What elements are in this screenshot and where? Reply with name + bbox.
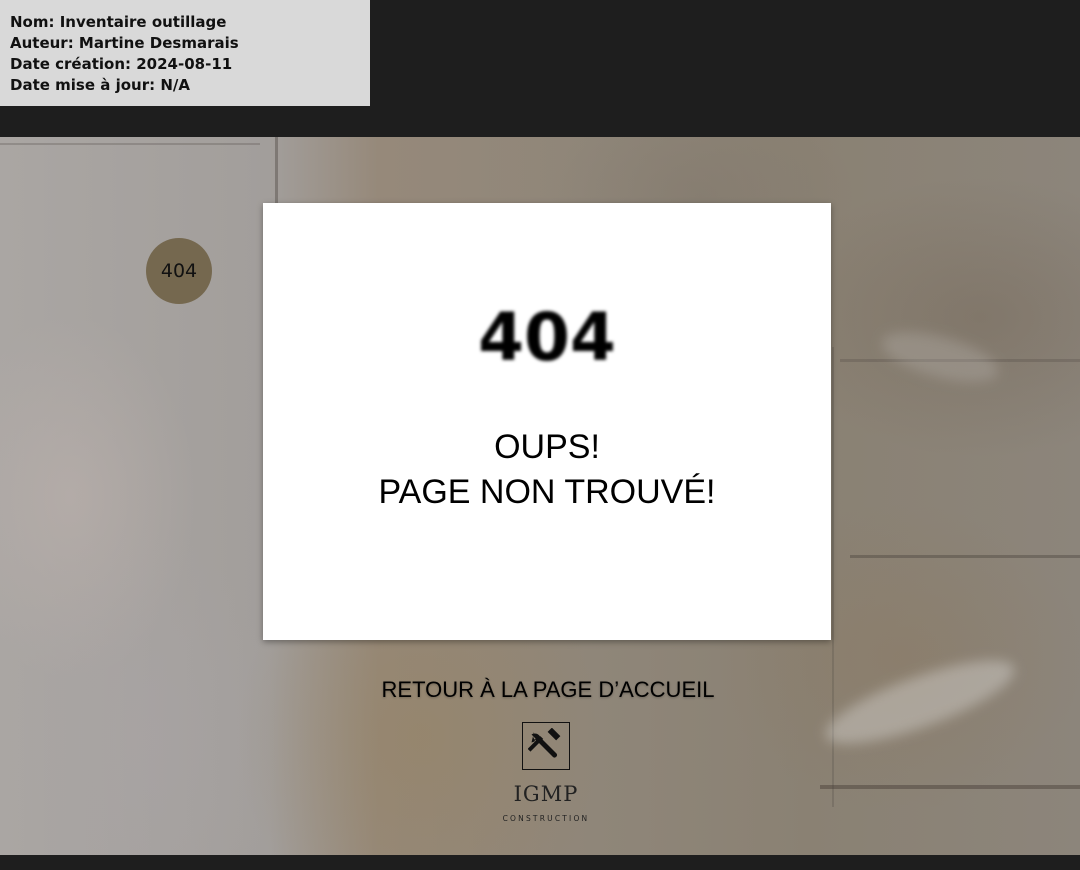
back-to-home-link[interactable]: RETOUR À LA PAGE D’ACCUEIL: [330, 676, 766, 704]
error-message: OUPS! PAGE NON TROUVÉ!: [257, 425, 837, 515]
error-code: 404: [478, 299, 616, 376]
document-info-box: Nom: Inventaire outillage Auteur: Martin…: [0, 0, 370, 106]
tools-icon: [522, 722, 570, 770]
document-updated-date: Date mise à jour: N/A: [10, 76, 190, 94]
document-author: Auteur: Martine Desmarais: [10, 34, 239, 52]
wall-seam: [820, 785, 1080, 789]
logo-subtitle: CONSTRUCTION: [502, 814, 590, 823]
error-code-badge: 404: [146, 238, 212, 304]
logo-name: IGMP: [513, 782, 579, 806]
error-message-line-2: PAGE NON TROUVÉ!: [378, 473, 716, 511]
bottom-band: [0, 855, 1080, 870]
error-message-line-1: OUPS!: [494, 428, 600, 466]
document-created-date: Date création: 2024-08-11: [10, 55, 233, 73]
company-logo[interactable]: IGMP CONSTRUCTION: [486, 722, 606, 832]
wall-seam: [850, 555, 1080, 558]
error-card: 404 OUPS! PAGE NON TROUVÉ!: [263, 203, 831, 640]
wall-chalk-mark: [817, 644, 1023, 760]
wall-seam: [0, 143, 260, 145]
wall-chalk-mark: [876, 322, 1004, 392]
document-name: Nom: Inventaire outillage: [10, 13, 227, 31]
